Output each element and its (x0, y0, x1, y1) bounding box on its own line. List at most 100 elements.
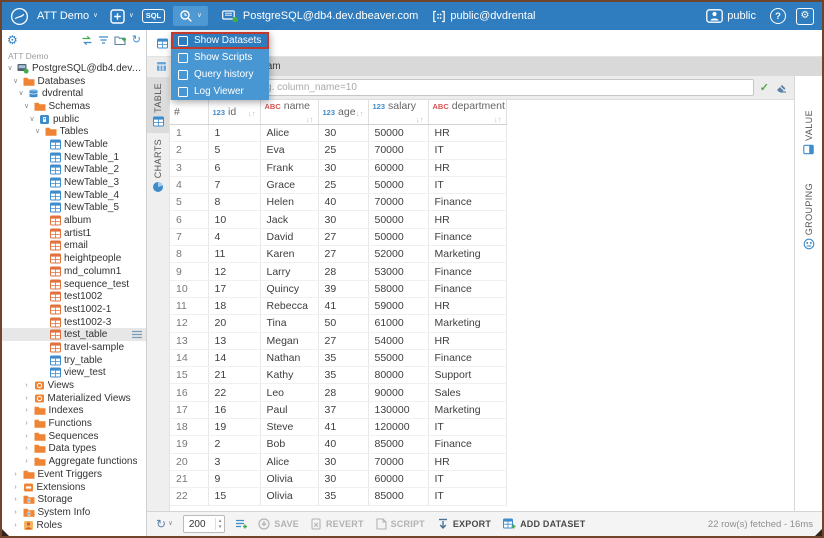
cell-salary[interactable]: 50000 (368, 228, 428, 245)
cell-salary[interactable]: 55000 (368, 349, 428, 366)
cell-name[interactable]: Paul (260, 401, 318, 418)
tree-expander-icon[interactable]: › (23, 407, 31, 414)
tree-item-heightpeople[interactable]: heightpeople (2, 252, 146, 265)
cell-age[interactable]: 40 (318, 436, 368, 453)
tree-expander-icon[interactable]: › (12, 496, 20, 503)
cell-department[interactable]: HR (428, 125, 506, 142)
sort-icon[interactable]: ↓↑ (356, 109, 364, 118)
cell-department[interactable]: Finance (428, 194, 506, 211)
cell-name[interactable]: Quincy (260, 280, 318, 297)
cell-salary[interactable]: 130000 (368, 401, 428, 418)
eraser-icon[interactable] (775, 82, 788, 94)
tree-item-try-table[interactable]: try_table (2, 354, 146, 367)
cell-id[interactable]: 17 (208, 280, 260, 297)
cell-salary[interactable]: 60000 (368, 159, 428, 176)
cell-age[interactable]: 35 (318, 488, 368, 505)
cell-name[interactable]: Tina (260, 315, 318, 332)
cell-salary[interactable]: 60000 (368, 470, 428, 487)
cell-id[interactable]: 4 (208, 228, 260, 245)
cell-department[interactable]: IT (428, 419, 506, 436)
cell-name[interactable]: Rebecca (260, 297, 318, 314)
help-button[interactable]: ? (770, 8, 786, 24)
cell-name[interactable]: Kathy (260, 367, 318, 384)
cell-department[interactable]: IT (428, 142, 506, 159)
grid-row-10[interactable]: 1017Quincy3958000Finance (170, 280, 506, 297)
cell-age[interactable]: 27 (318, 228, 368, 245)
grid-row-11[interactable]: 1118Rebecca4159000HR (170, 297, 506, 314)
cell-department[interactable]: Marketing (428, 401, 506, 418)
cell-id[interactable]: 8 (208, 194, 260, 211)
cell-id[interactable]: 13 (208, 332, 260, 349)
cell-name[interactable]: Alice (260, 125, 318, 142)
tree-expander-icon[interactable]: ∨ (6, 65, 14, 72)
tree-item-sequence-test[interactable]: sequence_test (2, 278, 146, 291)
cell-id[interactable]: 19 (208, 419, 260, 436)
tree-item-test-table[interactable]: test_table (2, 328, 146, 341)
cell-id[interactable]: 15 (208, 488, 260, 505)
grid-row-13[interactable]: 1313Megan2754000HR (170, 332, 506, 349)
column-header-department[interactable]: ABCdepartment↓↑ (428, 100, 506, 125)
cell-salary[interactable]: 80000 (368, 367, 428, 384)
tree-expander-icon[interactable]: › (12, 522, 20, 529)
cell-age[interactable]: 35 (318, 349, 368, 366)
cell-name[interactable]: Eva (260, 142, 318, 159)
tree-item-storage[interactable]: ›Storage (2, 493, 146, 506)
side-tab-value[interactable]: VALUE (795, 104, 822, 161)
side-tab-table[interactable]: TABLE (147, 77, 169, 133)
cell-department[interactable]: HR (428, 159, 506, 176)
cell-salary[interactable]: 54000 (368, 332, 428, 349)
cell-age[interactable]: 30 (318, 453, 368, 470)
tree-expander-icon[interactable]: › (23, 382, 31, 389)
user-menu[interactable]: public (706, 9, 756, 23)
tree-expander-icon[interactable]: › (23, 433, 31, 440)
tree-expander-icon[interactable]: › (12, 484, 20, 491)
cell-salary[interactable]: 85000 (368, 436, 428, 453)
cell-salary[interactable]: 70000 (368, 453, 428, 470)
cell-id[interactable]: 22 (208, 384, 260, 401)
cell-name[interactable]: Bob (260, 436, 318, 453)
grid-row-14[interactable]: 1414Nathan3555000Finance (170, 349, 506, 366)
cell-age[interactable]: 25 (318, 176, 368, 193)
sort-icon[interactable]: ↓↑ (494, 115, 502, 124)
cell-id[interactable]: 16 (208, 401, 260, 418)
sync-connection-icon[interactable] (81, 35, 93, 46)
cell-department[interactable]: Marketing (428, 315, 506, 332)
tree-item-newtable-4[interactable]: NewTable_4 (2, 189, 146, 202)
cell-salary[interactable]: 70000 (368, 142, 428, 159)
cell-salary[interactable]: 52000 (368, 246, 428, 263)
cell-department[interactable]: Finance (428, 263, 506, 280)
page-size-stepper[interactable]: ▲▼ (183, 515, 225, 533)
tree-expander-icon[interactable]: ∨ (12, 78, 20, 85)
tree-item-databases[interactable]: ∨Databases (2, 75, 146, 88)
cell-department[interactable]: IT (428, 470, 506, 487)
tree-item-newtable-2[interactable]: NewTable_2 (2, 164, 146, 177)
tree-item-materialized-views[interactable]: ›Materialized Views (2, 392, 146, 405)
tree-item-sequences[interactable]: ›Sequences (2, 430, 146, 443)
cell-age[interactable]: 30 (318, 159, 368, 176)
tree-item-event-triggers[interactable]: ›Event Triggers (2, 468, 146, 481)
result-grid[interactable]: #123id↓↑ABCname↓↑123age↓↑123salary↓↑ABCd… (170, 100, 794, 511)
add-folder-icon[interactable] (114, 35, 127, 46)
cell-department[interactable]: IT (428, 176, 506, 193)
cell-age[interactable]: 40 (318, 194, 368, 211)
tree-item-menu-icon[interactable] (131, 330, 143, 339)
tree-expander-icon[interactable]: › (23, 420, 31, 427)
tree-expander-icon[interactable]: ∨ (28, 116, 36, 123)
column-header-age[interactable]: 123age↓↑ (318, 100, 368, 125)
cell-department[interactable]: HR (428, 211, 506, 228)
cell-name[interactable]: David (260, 228, 318, 245)
cell-id[interactable]: 11 (208, 246, 260, 263)
cell-id[interactable]: 7 (208, 176, 260, 193)
cell-salary[interactable]: 70000 (368, 194, 428, 211)
cell-department[interactable]: Finance (428, 349, 506, 366)
cell-department[interactable]: Marketing (428, 246, 506, 263)
cell-id[interactable]: 21 (208, 367, 260, 384)
tree-item-album[interactable]: album (2, 214, 146, 227)
tree-item-test1002[interactable]: test1002 (2, 290, 146, 303)
cell-name[interactable]: Leo (260, 384, 318, 401)
stepper-arrows-icon[interactable]: ▲▼ (215, 518, 224, 530)
cell-age[interactable]: 27 (318, 246, 368, 263)
cell-age[interactable]: 37 (318, 401, 368, 418)
tree-item-public[interactable]: ∨public (2, 113, 146, 126)
tree-item-tables[interactable]: ∨Tables (2, 125, 146, 138)
